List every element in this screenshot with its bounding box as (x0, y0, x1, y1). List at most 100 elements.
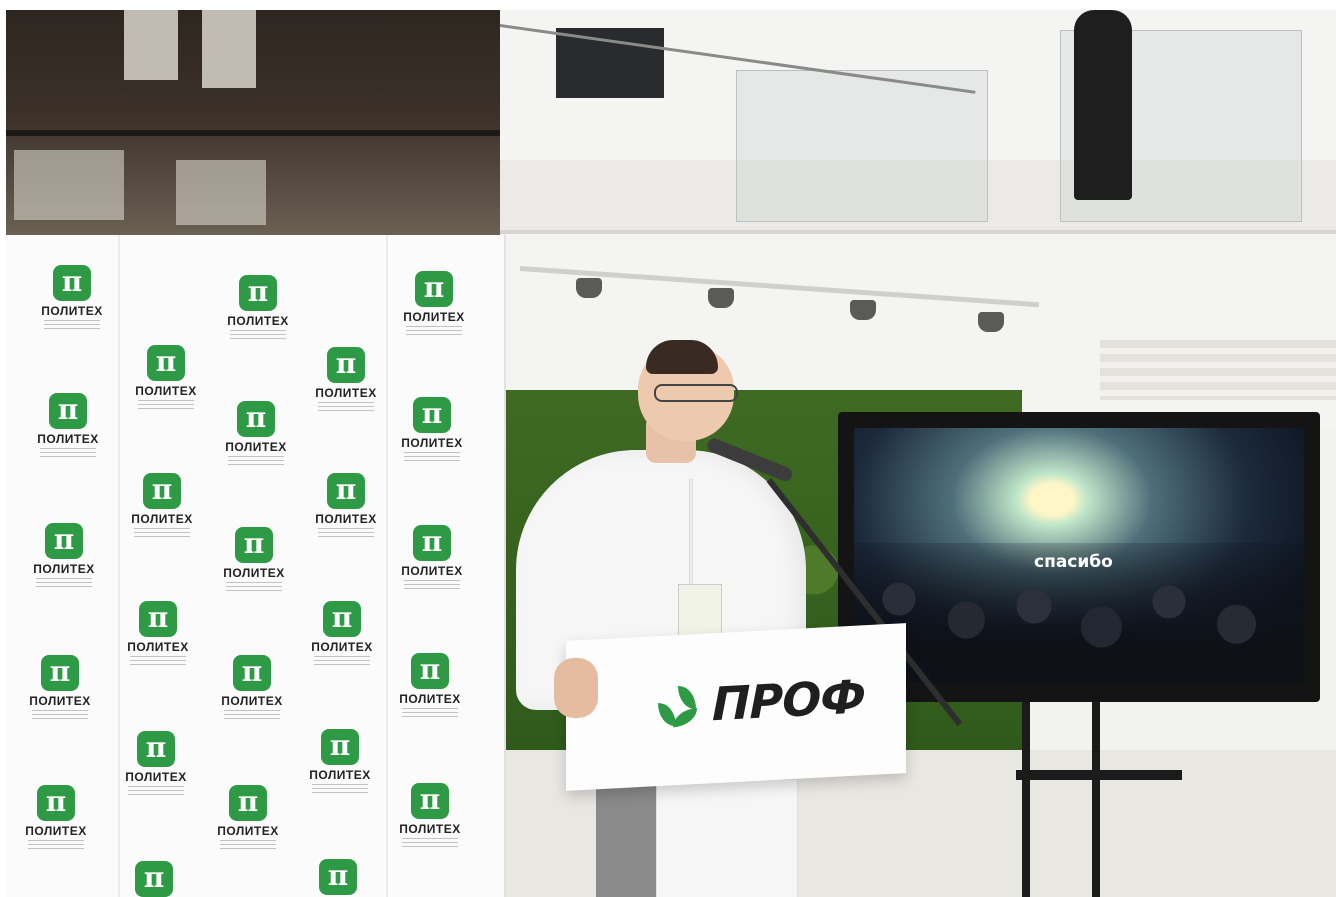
politech-logo: π ПОЛИТЕХ (302, 601, 382, 668)
politech-logo: π ПОЛИТЕХ (216, 401, 296, 468)
logo-subtext (318, 528, 374, 540)
politech-logo: π ПОЛИТЕХ (32, 265, 112, 332)
logo-subtext (138, 400, 194, 412)
politech-logo: π ПОЛИТЕХ (390, 653, 470, 720)
politech-logo: π ПОЛИТЕХ (126, 345, 206, 412)
logo-subtext (226, 582, 282, 594)
stair-ceiling (1100, 340, 1336, 400)
logo-subtext (36, 578, 92, 590)
logo-word: ПОЛИТЕХ (125, 770, 187, 784)
speaker-hand (554, 658, 598, 718)
panel-seam (386, 235, 388, 897)
leaf-icon (654, 683, 704, 730)
politech-logo: π ПОЛИТЕХ (300, 729, 380, 796)
logo-word: ПОЛИТЕХ (311, 640, 373, 654)
logo-word: ПОЛИТЕХ (227, 314, 289, 328)
pi-icon: π (139, 601, 177, 637)
politech-logo: π ПОЛИТЕХ (118, 601, 198, 668)
logo-subtext (404, 580, 460, 592)
pi-icon: π (229, 785, 267, 821)
logo-word: ПОЛИТЕХ (223, 566, 285, 580)
monitor-stand-shelf (1016, 770, 1182, 780)
logo-subtext (406, 326, 462, 338)
monitor-screen: спасибо (854, 428, 1304, 683)
logo-word: ПОЛИТЕХ (25, 824, 87, 838)
logo-subtext (318, 402, 374, 414)
ceiling-glass-area (6, 10, 500, 240)
logo-subtext (130, 656, 186, 668)
politech-logo: π ПОЛИТЕХ (394, 271, 474, 338)
politech-logo: π ПОЛИТЕХ (392, 397, 472, 464)
pi-icon: π (239, 275, 277, 311)
window (176, 160, 266, 225)
pi-icon: π (413, 397, 451, 433)
politech-logo: π ПОЛИТЕХ (218, 275, 298, 342)
logo-word: ПОЛИТЕХ (403, 310, 465, 324)
logo-word: ПОЛИТЕХ (225, 440, 287, 454)
photographer (1074, 10, 1132, 200)
pi-icon: π (415, 271, 453, 307)
prof-logo: ПРОФ (654, 669, 865, 734)
logo-subtext (40, 448, 96, 460)
politech-logo: π ПОЛИТЕХ (20, 655, 100, 722)
ceiling-window (202, 10, 256, 88)
ceiling-window (124, 10, 178, 80)
politech-logo: π ПОЛИТЕХ (24, 523, 104, 590)
spotlight-icon (576, 278, 602, 298)
politech-logo: π ПОЛИТЕХ (16, 785, 96, 852)
politech-logo: π ПОЛИТЕХ (208, 785, 288, 852)
pi-icon: π (413, 525, 451, 561)
spotlight-icon (850, 300, 876, 320)
logo-word: ПОЛИТЕХ (315, 386, 377, 400)
logo-word: ПОЛИТЕХ (33, 562, 95, 576)
logo-subtext (314, 656, 370, 668)
monitor-stand-leg (1092, 702, 1100, 897)
logo-subtext (220, 840, 276, 852)
logo-word: ПОЛИТЕХ (309, 768, 371, 782)
logo-subtext (224, 710, 280, 722)
logo-word: ПОЛИТЕХ (127, 640, 189, 654)
pi-icon: π (411, 783, 449, 819)
logo-word: ПОЛИТЕХ (221, 694, 283, 708)
pi-icon: π (235, 527, 273, 563)
logo-subtext (404, 452, 460, 464)
logo-word: ПОЛИТЕХ (135, 384, 197, 398)
event-photo: π ПОЛИТЕХ π ПОЛИТЕХ π ПОЛИТЕХ π ПОЛИТЕХ π ПОЛ… (6, 10, 1336, 897)
logo-word: ПОЛИТЕХ (401, 436, 463, 450)
spotlight-icon (708, 288, 734, 308)
politech-logo: π ПОЛИТЕХ (212, 655, 292, 722)
lanyard (690, 480, 692, 586)
logo-word: ПОЛИТЕХ (315, 512, 377, 526)
politech-logo: π ПОЛИТЕХ (392, 525, 472, 592)
logo-word: ПОЛИТЕХ (399, 692, 461, 706)
logo-word: ПОЛИТЕХ (399, 822, 461, 836)
pi-icon: π (237, 401, 275, 437)
pi-icon: π (137, 731, 175, 767)
pi-icon: π (321, 729, 359, 765)
atrium-background (499, 10, 1336, 430)
pi-icon: π (45, 523, 83, 559)
politech-logo: π ПОЛИТЕХ (390, 783, 470, 850)
monitor-stand-leg (1022, 702, 1030, 897)
leaf-shape (673, 708, 697, 728)
logo-subtext (28, 840, 84, 852)
logo-word: ПОЛИТЕХ (29, 694, 91, 708)
glasses-icon (654, 384, 738, 402)
pi-icon: π (37, 785, 75, 821)
logo-subtext (230, 330, 286, 342)
spotlight-icon (978, 312, 1004, 332)
podium-stand (656, 780, 798, 897)
politech-logo: π ПОЛИТЕХ (306, 347, 386, 414)
pi-icon: π (319, 859, 357, 895)
logo-subtext (402, 838, 458, 850)
logo-word: ПОЛИТЕХ (401, 564, 463, 578)
logo-subtext (402, 708, 458, 720)
logo-subtext (228, 456, 284, 468)
pi-icon: π (53, 265, 91, 301)
pi-icon: π (327, 473, 365, 509)
glass-railing (736, 70, 988, 222)
logo-subtext (44, 320, 100, 332)
name-badge (678, 584, 722, 638)
logo-subtext (128, 786, 184, 798)
pi-icon: π (327, 347, 365, 383)
